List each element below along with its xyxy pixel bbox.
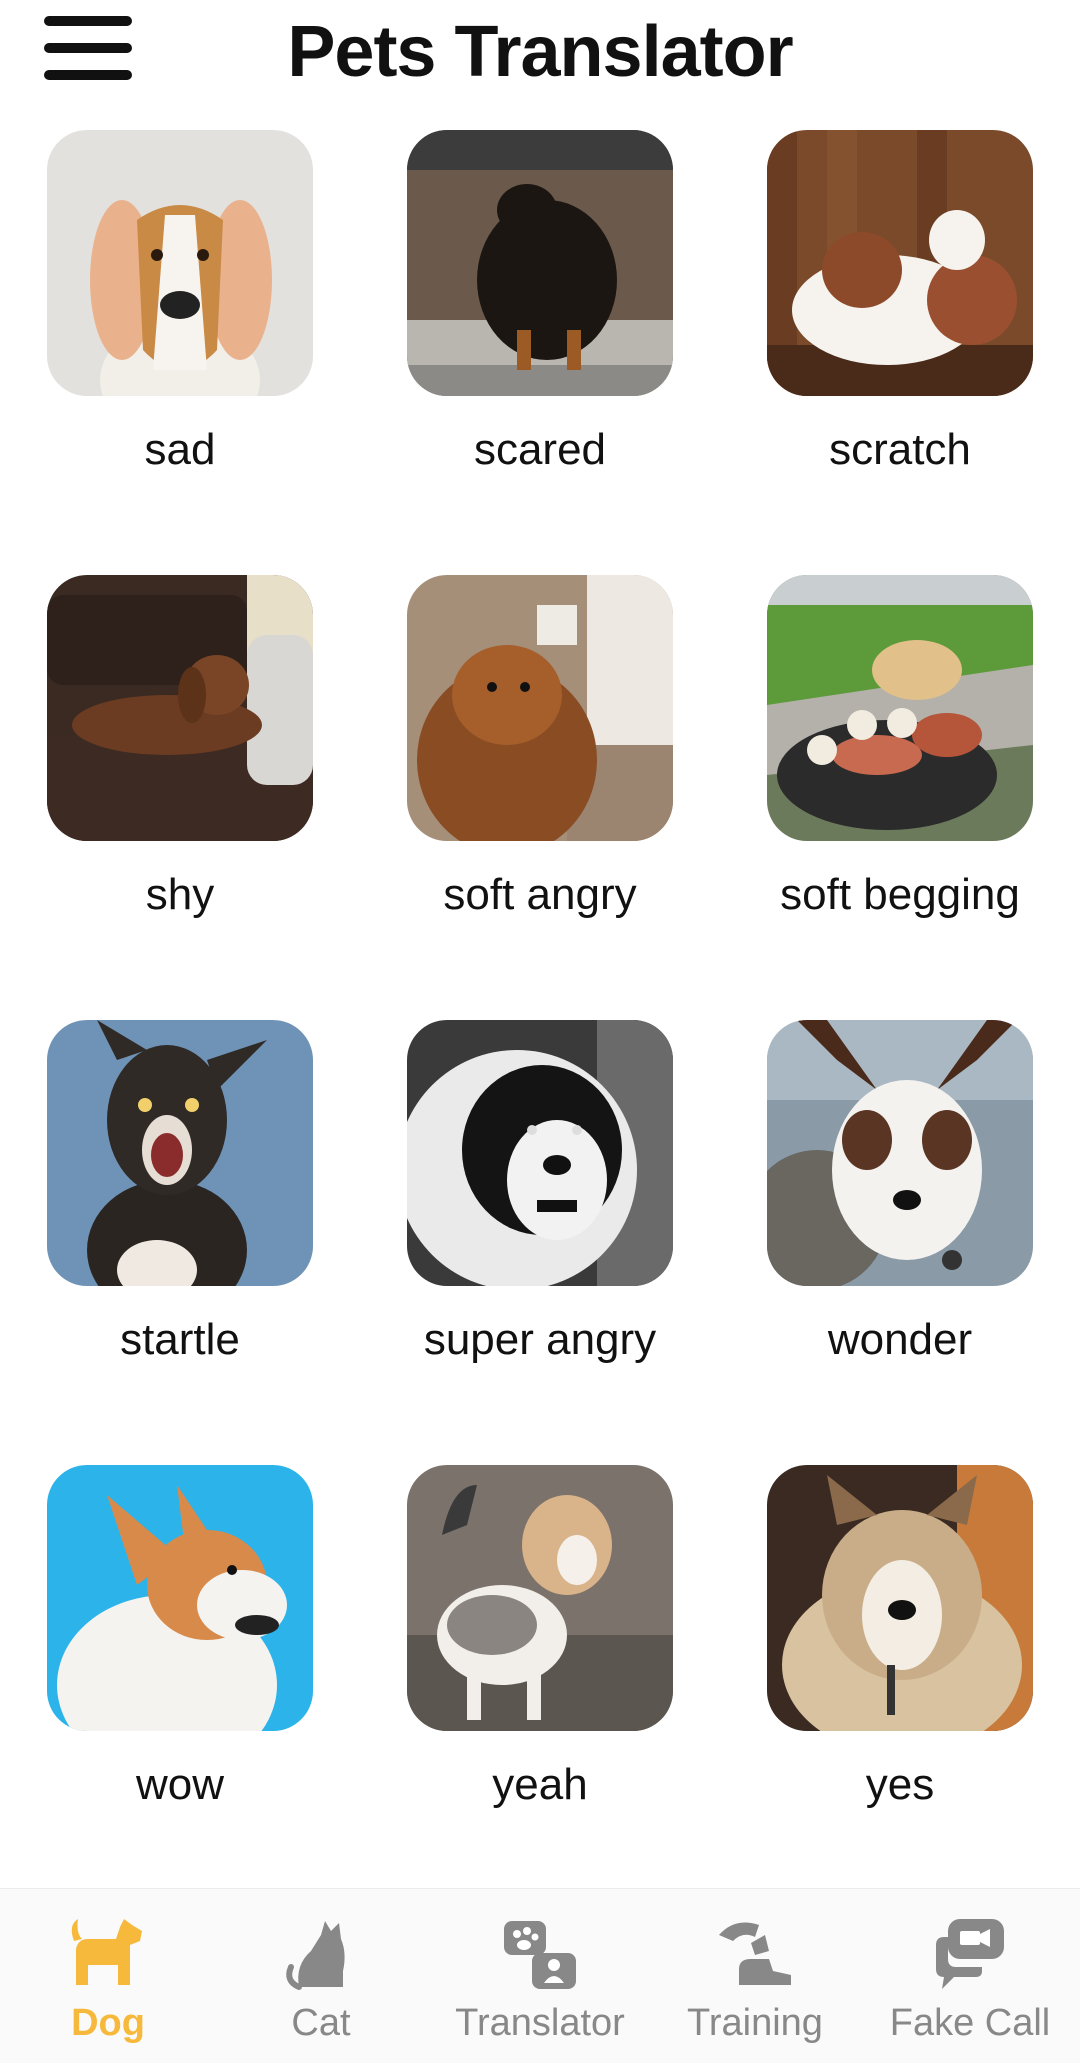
corgi-mix-photo	[767, 1020, 1033, 1286]
hamburger-menu-icon[interactable]	[44, 16, 132, 80]
sound-label: soft angry	[443, 870, 637, 919]
sound-card-yeah[interactable]: yeah	[407, 1465, 673, 1811]
nav-label-translator: Translator	[455, 2002, 625, 2044]
sound-card-shy[interactable]: shy	[47, 575, 313, 921]
dog-on-sofa-photo	[47, 575, 313, 841]
beagle-puppy-photo	[407, 1465, 673, 1731]
sound-label: scratch	[829, 425, 971, 474]
sound-label: wonder	[827, 1315, 973, 1364]
nav-item-cat[interactable]: Cat	[231, 1889, 411, 2063]
sound-card-soft-angry[interactable]: soft angry	[407, 575, 673, 921]
training-icon	[719, 1922, 791, 1985]
nav-label-dog: Dog	[71, 2002, 145, 2044]
sound-label: soft begging	[780, 870, 1020, 919]
sound-card-scared[interactable]: scared	[407, 130, 673, 476]
nav-item-translator[interactable]: Translator	[430, 1889, 650, 2063]
growling-dog-bw-photo	[407, 1020, 673, 1286]
sound-label: startle	[120, 1315, 240, 1364]
sound-label: shy	[145, 870, 215, 919]
puppy-scratching-photo	[767, 130, 1033, 396]
sound-card-sad[interactable]: sad	[47, 130, 313, 476]
sound-label: yes	[865, 1760, 935, 1809]
dog-icon	[71, 1919, 142, 1985]
sound-card-soft-begging[interactable]: soft begging	[767, 575, 1033, 921]
dog-covered-ears-photo	[47, 130, 313, 396]
black-puppy-photo	[407, 130, 673, 396]
page-title: Pets Translator	[287, 12, 793, 92]
dog-at-grill-photo	[767, 575, 1033, 841]
nav-label-training: Training	[687, 2002, 823, 2044]
surprised-dog-photo	[47, 1020, 313, 1286]
sound-card-scratch[interactable]: scratch	[767, 130, 1033, 476]
sound-label: sad	[144, 425, 216, 474]
sound-card-super-angry[interactable]: super angry	[407, 1020, 673, 1366]
fake-call-icon	[936, 1919, 1004, 1989]
sound-label: yeah	[492, 1760, 588, 1809]
corgi-side-photo	[47, 1465, 313, 1731]
sound-card-wow[interactable]: wow	[47, 1465, 313, 1811]
sound-label: wow	[135, 1760, 225, 1809]
translator-icon	[504, 1921, 576, 1989]
sound-card-startle[interactable]: startle	[47, 1020, 313, 1366]
cat-icon	[286, 1921, 345, 1990]
husky-mix-photo	[767, 1465, 1033, 1731]
pomeranian-photo	[407, 575, 673, 841]
app-header: Pets Translator	[0, 0, 1080, 110]
sound-card-wonder[interactable]: wonder	[767, 1020, 1033, 1366]
nav-item-dog[interactable]: Dog	[18, 1889, 198, 2063]
nav-label-fake-call: Fake Call	[889, 2002, 1051, 2044]
nav-item-fake-call[interactable]: Fake Call	[870, 1889, 1070, 2063]
bottom-nav: Dog Cat Translator Training Fake Call	[0, 1888, 1080, 2063]
sound-label: scared	[473, 425, 607, 474]
nav-label-cat: Cat	[291, 2002, 351, 2044]
nav-item-training[interactable]: Training	[665, 1889, 845, 2063]
sound-card-yes[interactable]: yes	[767, 1465, 1033, 1811]
sound-label: super angry	[423, 1315, 657, 1364]
